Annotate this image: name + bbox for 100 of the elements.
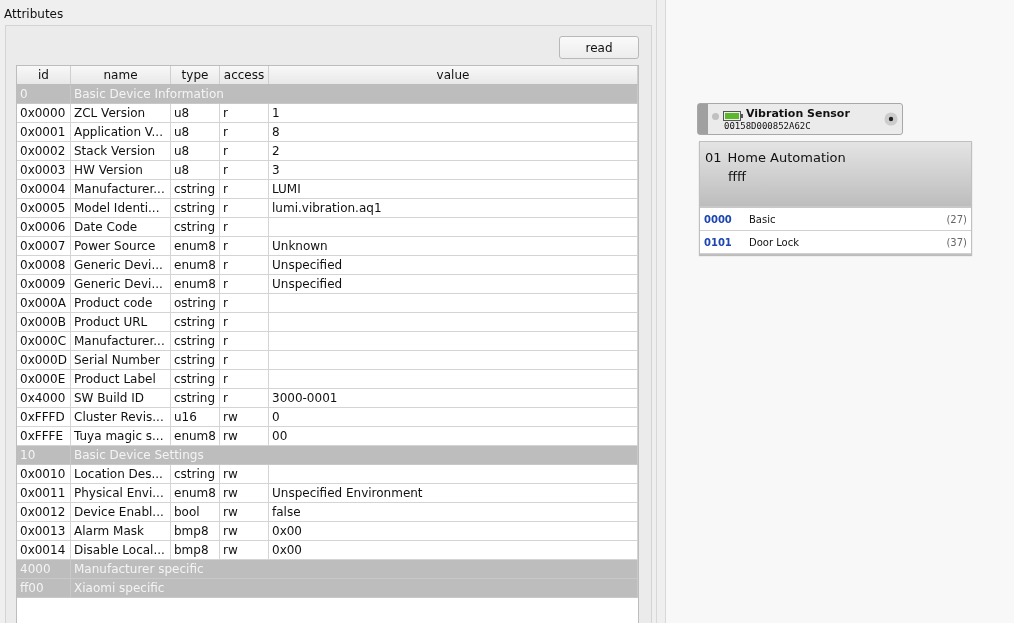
column-header[interactable]: value xyxy=(268,66,638,85)
table-cell: rw xyxy=(219,483,269,503)
cluster-count: (37) xyxy=(946,236,967,248)
table-cell: Unspecified Environment xyxy=(268,483,638,503)
table-cell: enum8 xyxy=(170,236,220,256)
table-cell: 0xFFFE xyxy=(17,426,71,446)
table-cell: bool xyxy=(170,502,220,522)
table-cell: ostring xyxy=(170,293,220,313)
table-cell: 0x0005 xyxy=(17,198,71,218)
table-cell: r xyxy=(219,369,269,389)
table-cell: u8 xyxy=(170,122,220,142)
table-cell: u8 xyxy=(170,103,220,123)
table-cell: 0x000B xyxy=(17,312,71,332)
table-cell: Unspecified xyxy=(268,274,638,294)
table-cell: rw xyxy=(219,540,269,560)
table-cell: Location Des... xyxy=(70,464,171,484)
table-cell: cstring xyxy=(170,388,220,408)
table-cell: false xyxy=(268,502,638,522)
table-cell: 0x0011 xyxy=(17,483,71,503)
status-dot-icon xyxy=(712,112,719,120)
cluster-id: 0000 xyxy=(704,213,733,225)
table-cell: Cluster Revis... xyxy=(70,407,171,427)
table-cell: bmp8 xyxy=(170,540,220,560)
cluster-row[interactable]: 0101 Door Lock (37) xyxy=(700,231,971,254)
table-cell: r xyxy=(219,293,269,313)
table-cell: Product code xyxy=(70,293,171,313)
read-button[interactable]: read xyxy=(559,36,639,59)
table-cell: r xyxy=(219,179,269,199)
table-cell: SW Build ID xyxy=(70,388,171,408)
table-cell: 1 xyxy=(268,103,638,123)
column-header[interactable]: access xyxy=(219,66,269,85)
table-cell: r xyxy=(219,312,269,332)
table-cell: cstring xyxy=(170,350,220,370)
device-node[interactable]: Vibration Sensor 00158D000852A62C xyxy=(697,103,903,135)
table-cell: rw xyxy=(219,464,269,484)
device-name: Vibration Sensor xyxy=(746,106,851,120)
table-cell: Alarm Mask xyxy=(70,521,171,541)
table-cell: 0x00 xyxy=(268,521,638,541)
table-cell: Disable Local... xyxy=(70,540,171,560)
column-header[interactable]: id xyxy=(17,66,71,85)
table-cell: 0x0014 xyxy=(17,540,71,560)
table-cell: cstring xyxy=(170,312,220,332)
table-cell: cstring xyxy=(170,464,220,484)
table-cell: 0x0008 xyxy=(17,255,71,275)
table-cell: enum8 xyxy=(170,255,220,275)
table-cell: Physical Envi... xyxy=(70,483,171,503)
table-cell: r xyxy=(219,160,269,180)
cluster-id: 0101 xyxy=(704,236,733,248)
table-cell: 0x0000 xyxy=(17,103,71,123)
table-cell: 0xFFFD xyxy=(17,407,71,427)
table-cell: 0x000C xyxy=(17,331,71,351)
table-cell: Serial Number xyxy=(70,350,171,370)
endpoint-device-id: ffff xyxy=(728,169,748,184)
table-cell: Product Label xyxy=(70,369,171,389)
table-cell: enum8 xyxy=(170,274,220,294)
table-cell: 3000-0001 xyxy=(268,388,638,408)
cluster-row[interactable]: 0000 Basic (27) xyxy=(700,208,971,231)
table-cell: 3 xyxy=(268,160,638,180)
table-cell: cstring xyxy=(170,217,220,237)
endpoint-profile: Home Automation xyxy=(727,150,846,165)
table-cell: rw xyxy=(219,426,269,446)
table-cell: 0x0009 xyxy=(17,274,71,294)
radio-dot-icon[interactable] xyxy=(884,112,898,126)
table-cell: Date Code xyxy=(70,217,171,237)
table-cell: Generic Devi... xyxy=(70,274,171,294)
column-header[interactable]: type xyxy=(170,66,220,85)
table-cell: Manufacturer... xyxy=(70,331,171,351)
table-cell: rw xyxy=(219,502,269,522)
table-cell: Unknown xyxy=(268,236,638,256)
table-cell: Product URL xyxy=(70,312,171,332)
table-cell: LUMI xyxy=(268,179,638,199)
table-cell: 0x0003 xyxy=(17,160,71,180)
column-header[interactable]: name xyxy=(70,66,171,85)
table-cell: rw xyxy=(219,407,269,427)
table-cell: 0 xyxy=(268,407,638,427)
table-cell: 0x0007 xyxy=(17,236,71,256)
table-cell: enum8 xyxy=(170,426,220,446)
table-cell: u16 xyxy=(170,407,220,427)
table-cell: 0x4000 xyxy=(17,388,71,408)
table-cell: r xyxy=(219,141,269,161)
table-cell: Model Identi... xyxy=(70,198,171,218)
table-cell: 0x0001 xyxy=(17,122,71,142)
table-cell: r xyxy=(219,331,269,351)
table-cell: r xyxy=(219,236,269,256)
table-cell: u8 xyxy=(170,141,220,161)
table-cell: 0x0010 xyxy=(17,464,71,484)
table-cell: Stack Version xyxy=(70,141,171,161)
table-cell: 0x00 xyxy=(268,540,638,560)
table-cell: 0x0004 xyxy=(17,179,71,199)
device-address: 00158D000852A62C xyxy=(724,119,812,132)
cluster-count: (27) xyxy=(946,213,967,225)
table-cell: 0x0002 xyxy=(17,141,71,161)
table-cell: 0x0013 xyxy=(17,521,71,541)
table-cell: r xyxy=(219,350,269,370)
table-cell: enum8 xyxy=(170,483,220,503)
table-cell: 0x000D xyxy=(17,350,71,370)
table-cell: r xyxy=(219,103,269,123)
table-cell: r xyxy=(219,217,269,237)
table-cell: r xyxy=(219,122,269,142)
table-cell: Device Enabl... xyxy=(70,502,171,522)
